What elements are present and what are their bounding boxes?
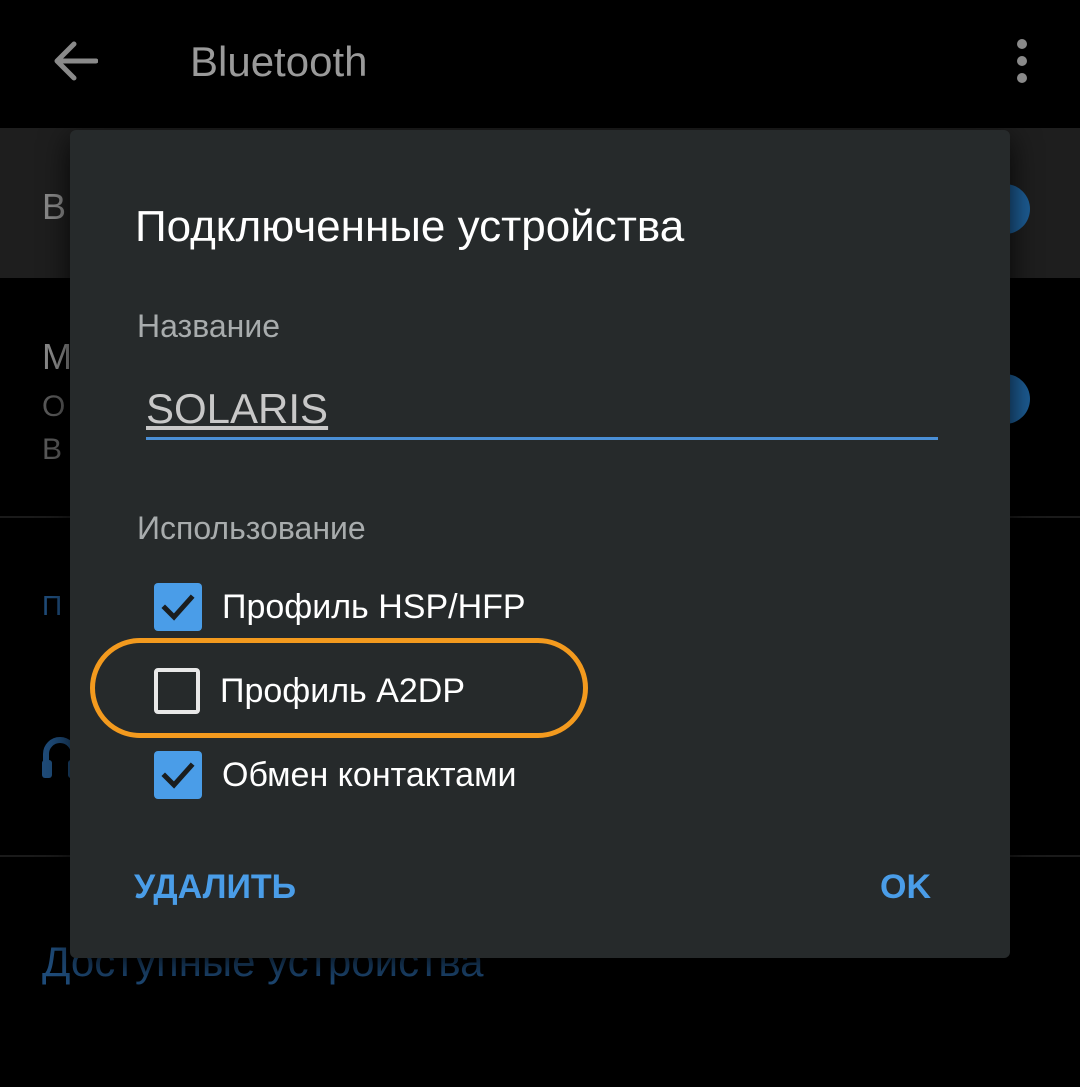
delete-button[interactable]: УДАЛИТЬ xyxy=(134,868,296,907)
visibility-subtitle: В xyxy=(42,433,63,466)
option-contacts[interactable]: Обмен контактами xyxy=(154,750,516,800)
visibility-title: М xyxy=(42,336,72,377)
more-vertical-icon[interactable] xyxy=(1010,38,1034,84)
option-hsp-hfp[interactable]: Профиль HSP/HFP xyxy=(154,582,526,632)
device-name-input[interactable] xyxy=(146,380,938,440)
check-icon xyxy=(161,762,195,789)
name-label: Название xyxy=(137,308,280,344)
page-title: Bluetooth xyxy=(190,38,368,85)
dialog-title: Подключенные устройства xyxy=(135,202,685,251)
ok-button[interactable]: OK xyxy=(880,868,931,907)
option-label: Профиль HSP/HFP xyxy=(222,587,526,626)
checkbox-checked[interactable] xyxy=(154,583,202,631)
bluetooth-row-label: В xyxy=(42,186,67,227)
option-label: Обмен контактами xyxy=(222,755,517,794)
paired-section-header: П xyxy=(42,590,63,621)
connected-devices-dialog: Подключенные устройства Название Использ… xyxy=(70,130,1010,958)
usage-label: Использование xyxy=(137,510,366,546)
highlight-annotation xyxy=(90,638,588,738)
checkbox-checked[interactable] xyxy=(154,751,202,799)
arrow-left-icon[interactable] xyxy=(52,40,98,82)
app-bar: Bluetooth xyxy=(0,0,1080,128)
check-icon xyxy=(161,594,195,621)
visibility-subtitle: О xyxy=(42,390,66,423)
